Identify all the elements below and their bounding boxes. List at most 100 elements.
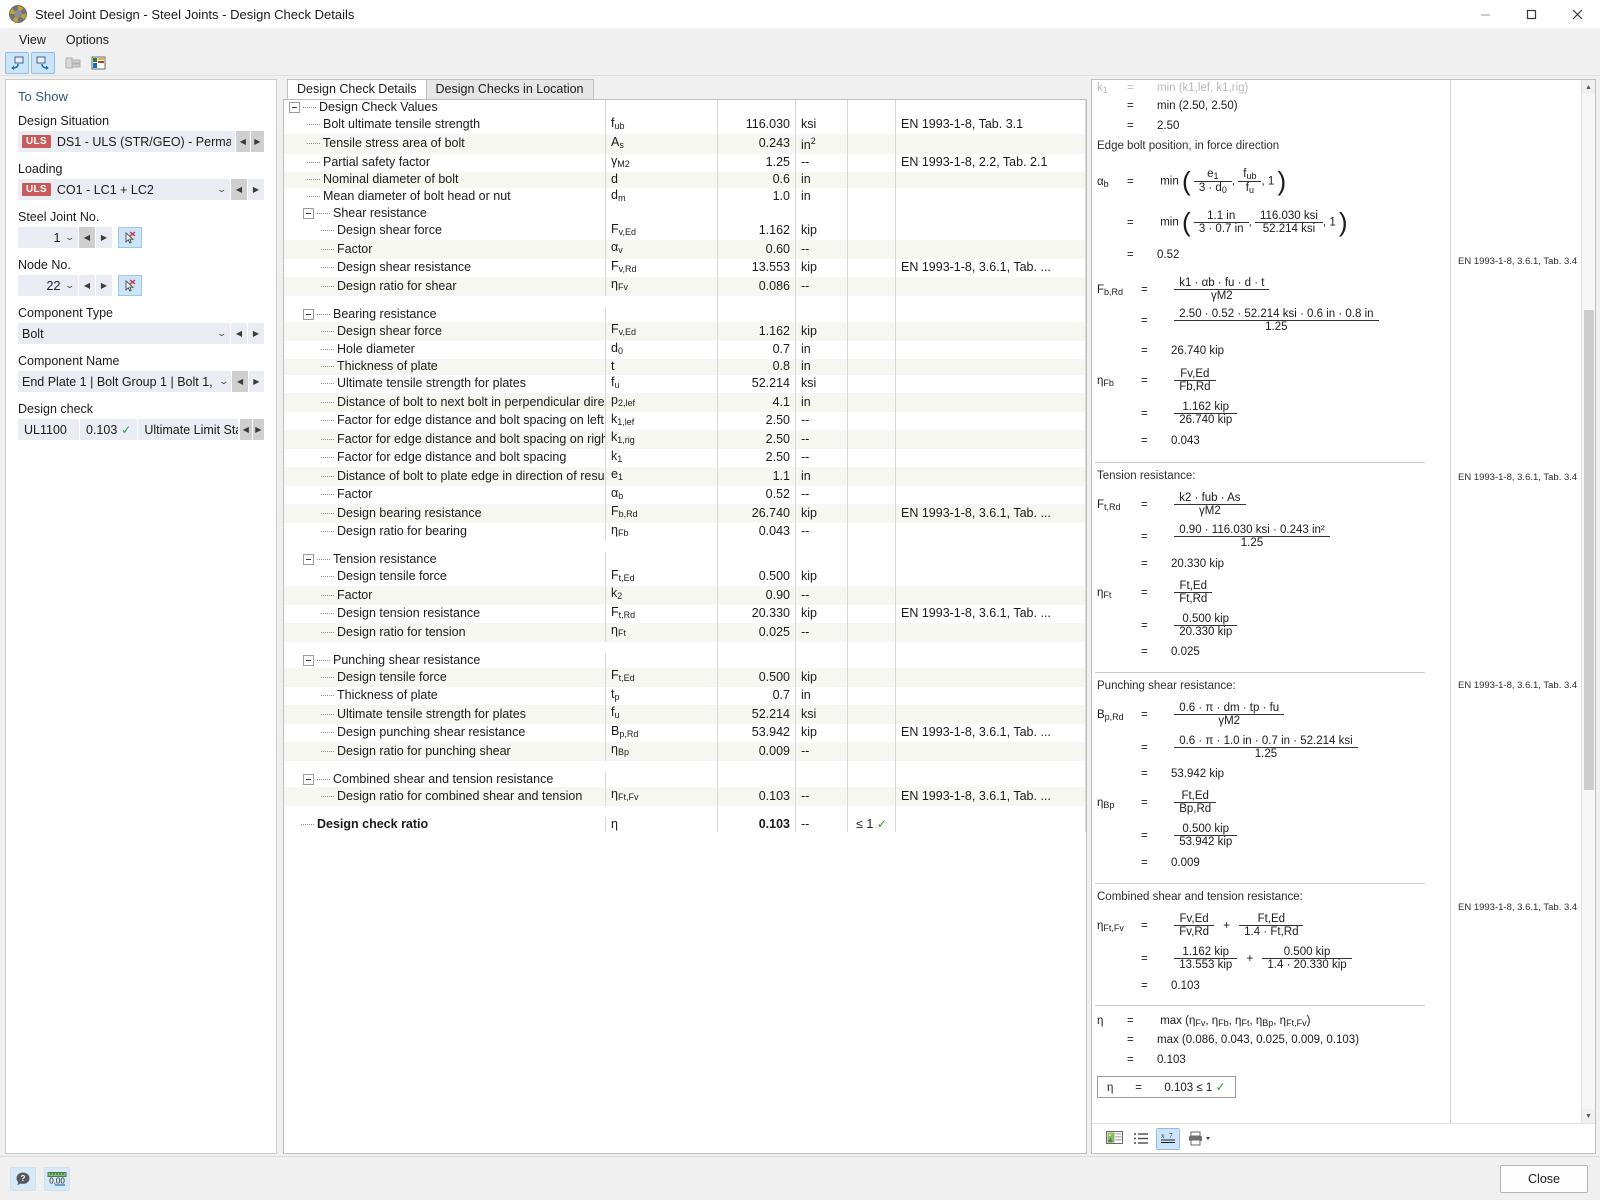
close-button[interactable]: Close — [1500, 1164, 1588, 1193]
table-row[interactable]: Factor for edge distance and bolt spacin… — [284, 411, 1086, 430]
pick-steel-joint-icon[interactable] — [118, 227, 142, 248]
design-check-name[interactable]: Ultimate Limit State ... — [138, 419, 240, 440]
table-row[interactable]: Ultimate tensile strength for plates fu 52… — [284, 705, 1086, 724]
table-row[interactable]: Design tensile force Ft,Ed 0.500 kip — [284, 668, 1086, 687]
table-row[interactable]: Combined shear and tension resistance — [284, 771, 1086, 787]
steel-joint-combo[interactable]: 1 ⌄ — [18, 227, 78, 248]
component-type-combo[interactable]: Bolt ⌄ — [18, 323, 230, 344]
loading-next-button[interactable]: ▶ — [247, 179, 264, 200]
table-row[interactable]: Design bearing resistance Fb,Rd 26.740 kip E… — [284, 504, 1086, 523]
table-row[interactable]: Design shear force Fv,Ed 1.162 kip — [284, 221, 1086, 240]
table-row[interactable]: Distance of bolt to plate edge in direct… — [284, 467, 1086, 486]
component-type-prev-button[interactable]: ◀ — [230, 323, 247, 344]
table-row[interactable]: Bearing resistance — [284, 306, 1086, 322]
table-row[interactable]: Mean diameter of bolt head or nut dm 1.0 in — [284, 187, 1086, 206]
menu-options[interactable]: Options — [56, 31, 119, 49]
close-window-button[interactable] — [1554, 0, 1600, 29]
table-row[interactable]: Design shear resistance Fv,Rd 13.553 kip EN … — [284, 258, 1086, 277]
table-row[interactable]: Design punching shear resistance Bp,Rd 53.… — [284, 723, 1086, 742]
design-check-code[interactable]: UL1100 — [18, 419, 80, 440]
node-prev-button[interactable]: ◀ — [78, 275, 95, 296]
table-row[interactable]: Design shear force Fv,Ed 1.162 kip — [284, 322, 1086, 341]
table-row[interactable]: Tensile stress area of bolt As 0.243 in2 — [284, 134, 1086, 154]
menu-view[interactable]: View — [9, 31, 56, 49]
tree-expander-icon[interactable] — [303, 654, 314, 666]
node-next-button[interactable]: ▶ — [95, 275, 112, 296]
table-row[interactable]: Factor for edge distance and bolt spacin… — [284, 430, 1086, 449]
table-row[interactable]: Bolt ultimate tensile strength fub 116.030… — [284, 115, 1086, 134]
scroll-down-arrow-icon[interactable]: ▼ — [1582, 1109, 1595, 1123]
table-row[interactable] — [284, 295, 1086, 307]
minimize-button[interactable] — [1462, 0, 1508, 29]
table-row[interactable]: Factor αv 0.60 -- — [284, 240, 1086, 259]
tab-design-checks-in-location[interactable]: Design Checks in Location — [425, 79, 594, 99]
design-situation-prev-button[interactable]: ◀ — [235, 131, 250, 152]
table-row[interactable]: Punching shear resistance — [284, 652, 1086, 668]
steel-joint-prev-button[interactable]: ◀ — [78, 227, 95, 248]
table-row[interactable]: Thickness of plate tp 0.7 in — [284, 686, 1086, 705]
tree-expander-icon[interactable] — [303, 308, 314, 320]
table-row[interactable]: Factor k2 0.90 -- — [284, 586, 1086, 605]
table-row[interactable]: Design ratio for bearing ηFb 0.043 -- — [284, 522, 1086, 541]
table-row[interactable]: Shear resistance — [284, 206, 1086, 222]
component-type-next-button[interactable]: ▶ — [247, 323, 264, 344]
table-row[interactable]: Tension resistance — [284, 552, 1086, 568]
design-check-prev-button[interactable]: ◀ — [239, 419, 252, 440]
table-row[interactable] — [284, 541, 1086, 552]
previous-result-icon[interactable] — [5, 51, 29, 74]
table-row[interactable] — [284, 760, 1086, 772]
design-check-ratio-cell[interactable]: 0.103 ✓ — [80, 419, 139, 440]
formula-values-icon[interactable]: x 7 — [1156, 1127, 1180, 1150]
table-row[interactable]: Design tensile force Ft,Ed 0.500 kip — [284, 567, 1086, 586]
formula-vertical-scrollbar[interactable]: ▲ ▼ — [1581, 80, 1595, 1123]
table-row[interactable]: Design ratio for tension ηFt 0.025 -- — [284, 623, 1086, 642]
design-situation-next-button[interactable]: ▶ — [249, 131, 264, 152]
print-icon[interactable] — [1183, 1128, 1217, 1150]
tree-expander-icon[interactable] — [303, 773, 314, 785]
units-and-decimal-places-icon[interactable]: 0,00 — [44, 1166, 70, 1191]
scroll-up-arrow-icon[interactable]: ▲ — [1582, 80, 1595, 94]
table-row[interactable]: Thickness of plate t 0.8 in — [284, 359, 1086, 375]
node-combo[interactable]: 22 ⌄ — [18, 275, 78, 296]
steel-joint-next-button[interactable]: ▶ — [95, 227, 112, 248]
table-row[interactable]: Distance of bolt to next bolt in perpend… — [284, 393, 1086, 412]
formula-scroll-area[interactable]: k1 = min (k1,lef, k1,rig) = min (2.50, 2.50… — [1092, 80, 1595, 1123]
list-view-icon[interactable] — [1129, 1128, 1153, 1150]
tab-design-check-details[interactable]: Design Check Details — [287, 79, 427, 99]
tree-expander-icon[interactable] — [303, 554, 314, 565]
picture-export-icon[interactable] — [1102, 1128, 1126, 1150]
table-row[interactable]: Partial safety factor γM2 1.25 -- EN 1993-1-… — [284, 153, 1086, 172]
table-row[interactable] — [284, 641, 1086, 653]
table-row[interactable]: Design tension resistance Ft,Rd 20.330 kip E… — [284, 604, 1086, 623]
component-name-combo[interactable]: End Plate 1 | Bolt Group 1 | Bolt 1, 1 ⌄ — [18, 371, 232, 392]
design-check-values-table[interactable]: Design Check Values Bolt ultimate tensile… — [283, 99, 1087, 1154]
row-comparison — [847, 467, 896, 486]
row-value: 0.60 — [717, 240, 796, 259]
table-row[interactable]: Hole diameter d0 0.7 in — [284, 340, 1086, 359]
chart-export-icon[interactable] — [87, 52, 111, 74]
design-check-next-button[interactable]: ▶ — [251, 419, 265, 440]
next-result-icon[interactable] — [31, 51, 55, 74]
loading-combo[interactable]: ULS CO1 - LC1 + LC2 ⌄ — [18, 179, 230, 200]
component-name-prev-button[interactable]: ◀ — [231, 371, 248, 392]
table-row[interactable]: Factor for edge distance and bolt spacin… — [284, 448, 1086, 467]
tree-expander-icon[interactable] — [289, 102, 300, 113]
tree-expander-icon[interactable] — [303, 208, 314, 219]
table-row[interactable]: Nominal diameter of bolt d 0.6 in — [284, 172, 1086, 188]
table-row[interactable]: Design ratio for shear ηFv 0.086 -- — [284, 277, 1086, 296]
table-row[interactable]: Design ratio for punching shear ηBp 0.009-… — [284, 742, 1086, 761]
design-situation-combo[interactable]: ULS DS1 - ULS (STR/GEO) - Permanent ... — [18, 131, 236, 152]
loading-prev-button[interactable]: ◀ — [230, 179, 247, 200]
row-comparison — [847, 623, 896, 642]
pick-node-icon[interactable] — [118, 275, 142, 296]
component-name-next-button[interactable]: ▶ — [247, 371, 264, 392]
table-row[interactable]: Factor αb 0.52 -- — [284, 485, 1086, 504]
scrollbar-thumb[interactable] — [1584, 310, 1594, 790]
table-row[interactable]: Ultimate tensile strength for plates fu 52… — [284, 374, 1086, 393]
help-icon[interactable]: ? — [10, 1166, 36, 1191]
maximize-button[interactable] — [1508, 0, 1554, 29]
table-row[interactable] — [284, 805, 1086, 817]
table-row[interactable]: Design Check Values — [284, 100, 1086, 116]
table-row[interactable]: Design check ratio η 0.103 -- ≤ 1 ✓ — [284, 816, 1086, 832]
table-row[interactable]: Design ratio for combined shear and tens… — [284, 787, 1086, 806]
